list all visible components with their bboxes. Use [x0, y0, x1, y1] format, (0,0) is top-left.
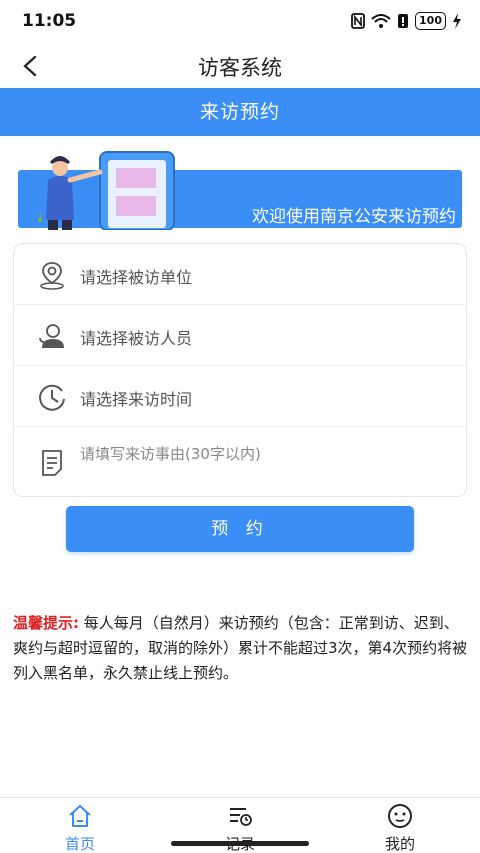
document-icon: [42, 450, 62, 476]
status-time: 11:05: [22, 11, 77, 31]
submit-button[interactable]: 预 约: [66, 506, 414, 552]
welcome-text: 欢迎使用南京公安来访预约: [252, 207, 456, 227]
notice-label: 温馨提示:: [13, 614, 79, 632]
clock-icon: [39, 384, 65, 411]
nfc-icon: [351, 13, 365, 29]
appointment-form: 请选择被访单位 请选择被访人员 请选择来访时间 请填写来访事由(30字以内): [13, 243, 467, 497]
page-title: 访客系统: [198, 56, 282, 80]
section-header: 来访预约: [0, 88, 480, 136]
battery-icon: 100: [415, 12, 446, 30]
location-icon: [40, 262, 64, 290]
notice-body: 每人每月（自然月）来访预约（包含：正常到访、迟到、爽约与超时逗留的，取消的除外）…: [13, 614, 468, 682]
tab-home[interactable]: 首页: [0, 798, 160, 853]
home-icon: [69, 804, 91, 827]
visit-unit-field[interactable]: 请选择被访单位: [14, 244, 466, 305]
wifi-icon: [371, 14, 391, 28]
status-bar: 11:05 100: [0, 0, 480, 44]
visit-unit-placeholder: 请选择被访单位: [80, 268, 193, 287]
notice-text: 温馨提示: 每人每月（自然月）来访预约（包含：正常到访、迟到、爽约与超时逗留的，…: [13, 611, 469, 686]
hero-banner: 欢迎使用南京公安来访预约: [0, 150, 480, 230]
charging-icon: [453, 13, 461, 29]
record-icon: [230, 808, 252, 826]
visit-person-field[interactable]: 请选择被访人员: [14, 305, 466, 366]
visit-time-field[interactable]: 请选择来访时间: [14, 366, 466, 427]
alert-icon: [398, 14, 409, 28]
status-icons: 100: [351, 12, 462, 30]
tab-home-label: 首页: [64, 835, 95, 853]
tab-profile[interactable]: 我的: [320, 798, 480, 853]
tab-profile-label: 我的: [384, 835, 415, 853]
nav-bar: 访客系统: [0, 44, 480, 88]
visit-reason-placeholder: 请填写来访事由(30字以内): [80, 445, 261, 463]
home-indicator[interactable]: [171, 841, 309, 846]
hero-illustration: [38, 151, 175, 230]
person-icon: [39, 324, 64, 348]
visit-time-placeholder: 请选择来访时间: [80, 390, 193, 409]
profile-icon: [388, 804, 412, 828]
visit-person-placeholder: 请选择被访人员: [80, 329, 193, 348]
visit-reason-field[interactable]: 请填写来访事由(30字以内): [14, 427, 466, 496]
